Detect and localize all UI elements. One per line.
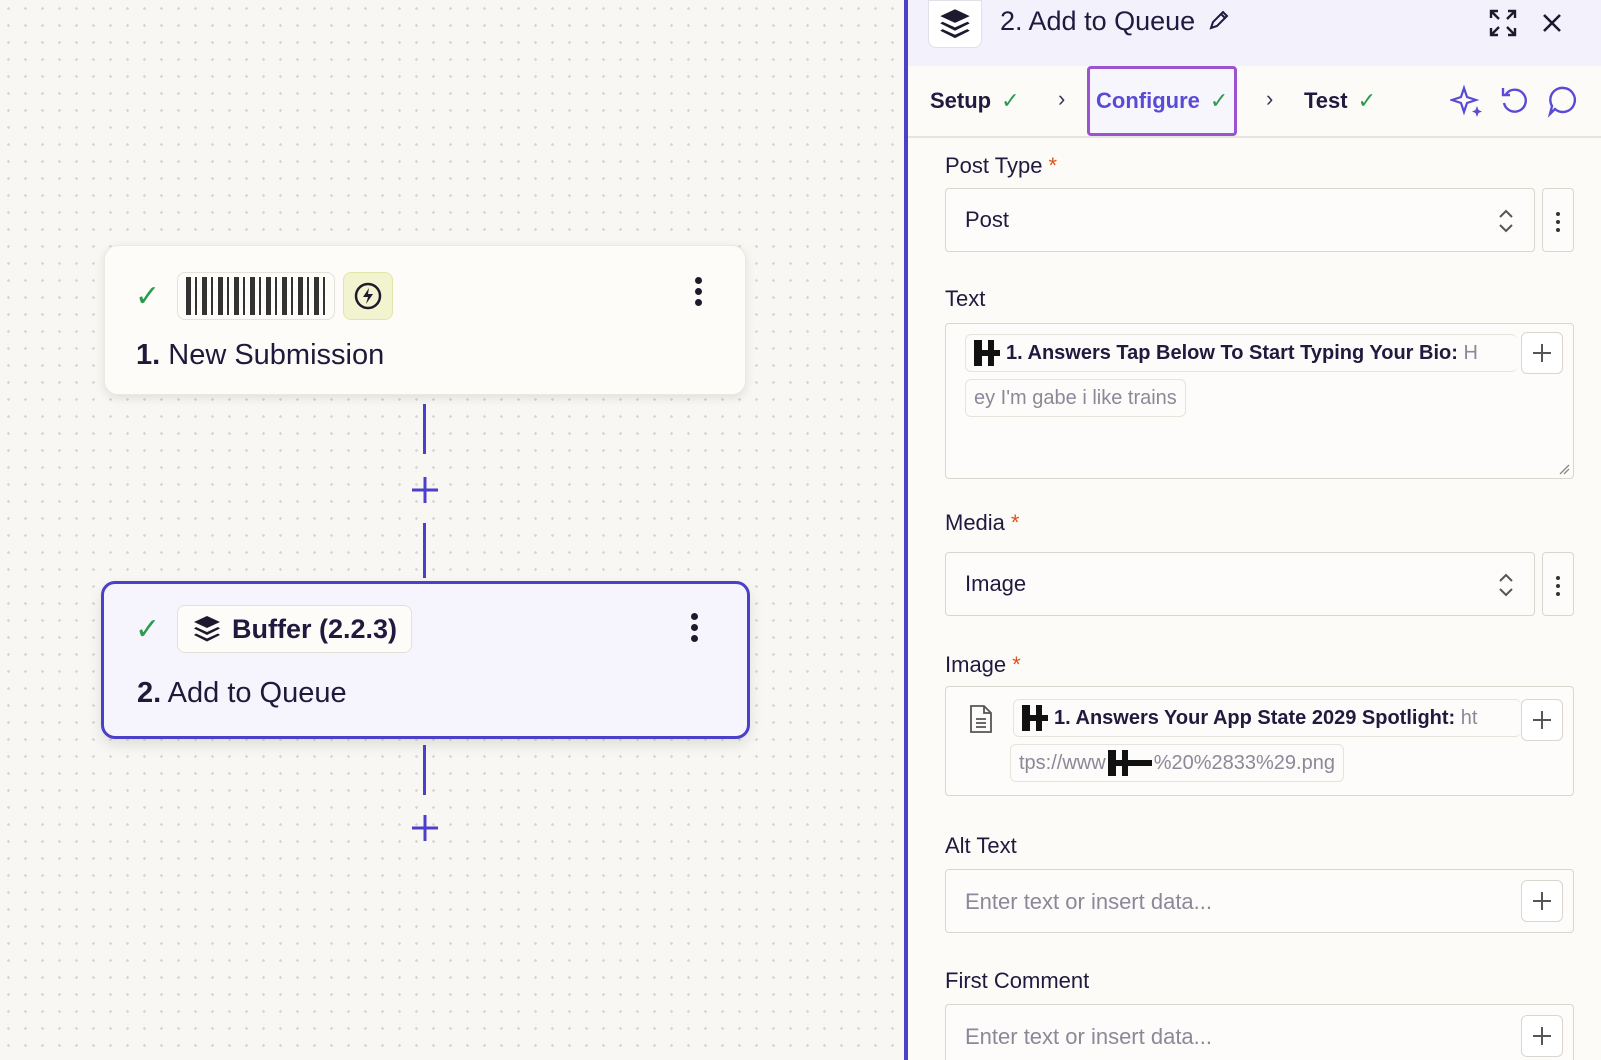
redacted-block [1107, 750, 1152, 776]
add-step-button[interactable] [408, 473, 442, 507]
edit-pencil-icon[interactable] [1207, 8, 1231, 32]
panel-title: 2. Add to Queue [1000, 6, 1231, 37]
step-card-1[interactable]: ✓ 1. New Submission [104, 245, 746, 395]
required-marker: * [1012, 652, 1021, 677]
add-step-button[interactable] [408, 811, 442, 845]
chevron-right-icon: › [1266, 86, 1274, 111]
media-value: Image [965, 571, 1027, 596]
panel-header: 2. Add to Queue [908, 0, 1601, 66]
select-arrows-icon [1499, 209, 1513, 233]
trigger-app-chip [177, 272, 335, 320]
check-icon: ✓ [1001, 88, 1020, 113]
resize-grip-icon[interactable] [1558, 463, 1570, 475]
step-2-title: 2. Add to Queue [137, 677, 347, 709]
connector-line [423, 745, 426, 795]
app-logo-redacted [1022, 705, 1048, 731]
app-logo-redacted [974, 340, 1000, 366]
step-editor-panel: 2. Add to Queue Setup ✓ › Configure ✓ › Te… [904, 0, 1601, 1060]
step-tabs: Setup ✓ › Configure ✓ › Test ✓ [908, 66, 1601, 138]
insert-data-button[interactable] [1521, 332, 1563, 374]
expand-icon[interactable] [1488, 8, 1518, 38]
text-label: Text [945, 286, 986, 311]
alt-text-label: Alt Text [945, 833, 1017, 858]
app-name-label: Buffer (2.2.3) [232, 613, 398, 644]
data-pill[interactable]: 1. Answers Your App State 2029 Spotlight… [1013, 699, 1521, 737]
media-select[interactable]: Image [945, 552, 1535, 616]
app-logo-redacted [186, 277, 326, 315]
insert-data-button[interactable] [1521, 699, 1563, 741]
text-field[interactable]: 1. Answers Tap Below To Start Typing You… [945, 323, 1574, 479]
alt-text-placeholder: Enter text or insert data... [965, 889, 1213, 914]
alt-text-field[interactable]: Enter text or insert data... [945, 869, 1574, 933]
first-comment-field[interactable]: Enter text or insert data... [945, 1004, 1574, 1060]
first-comment-label: First Comment [945, 968, 1090, 993]
post-type-options-button[interactable] [1542, 188, 1574, 252]
trigger-bolt-icon [343, 272, 393, 320]
tab-test[interactable]: Test ✓ [1304, 66, 1376, 136]
chevron-right-icon: › [1058, 86, 1066, 111]
data-pill-continuation[interactable]: tps://www %20%2833%29.png [1010, 744, 1344, 782]
step-1-title: 1. New Submission [136, 339, 385, 371]
buffer-logo-icon [194, 616, 220, 642]
step-1-menu-icon[interactable] [693, 273, 703, 310]
data-pill[interactable]: 1. Answers Tap Below To Start Typing You… [965, 334, 1517, 372]
required-marker: * [1048, 153, 1057, 178]
buffer-app-chip: Buffer (2.2.3) [177, 605, 413, 653]
first-comment-placeholder: Enter text or insert data... [965, 1024, 1213, 1049]
tab-setup[interactable]: Setup ✓ [930, 66, 1020, 136]
buffer-logo-icon [928, 0, 982, 48]
connector-line [423, 523, 426, 578]
insert-data-button[interactable] [1521, 880, 1563, 922]
required-marker: * [1010, 510, 1020, 535]
comment-icon[interactable] [1546, 84, 1580, 118]
data-pill-continuation[interactable]: ey I'm gabe i like trains [965, 379, 1186, 417]
tab-configure[interactable]: Configure ✓ [1087, 66, 1238, 136]
image-field[interactable]: 1. Answers Your App State 2029 Spotlight… [945, 686, 1574, 796]
media-options-button[interactable] [1542, 552, 1574, 616]
check-icon: ✓ [1357, 88, 1377, 113]
post-type-value: Post [965, 207, 1010, 232]
post-type-select[interactable]: Post [945, 188, 1535, 252]
refresh-icon[interactable] [1498, 84, 1532, 118]
step-card-2[interactable]: ✓ Buffer (2.2.3) 2. Add to Queue [101, 581, 750, 739]
insert-data-button[interactable] [1521, 1015, 1563, 1057]
select-arrows-icon [1499, 573, 1513, 597]
file-icon [970, 705, 992, 733]
step-2-menu-icon[interactable] [689, 609, 699, 646]
connector-line [423, 404, 426, 454]
close-icon[interactable] [1540, 11, 1564, 35]
ai-sparkle-icon[interactable] [1450, 84, 1484, 118]
check-icon: ✓ [1209, 88, 1229, 113]
media-label: Media * [945, 510, 1020, 535]
check-icon: ✓ [135, 279, 161, 313]
image-label: Image * [945, 652, 1021, 677]
workflow-canvas[interactable]: ✓ 1. New Submission ✓ Buffer (2.2.3) 2. … [0, 0, 904, 1060]
post-type-label: Post Type * [945, 153, 1057, 178]
check-icon: ✓ [135, 612, 161, 646]
